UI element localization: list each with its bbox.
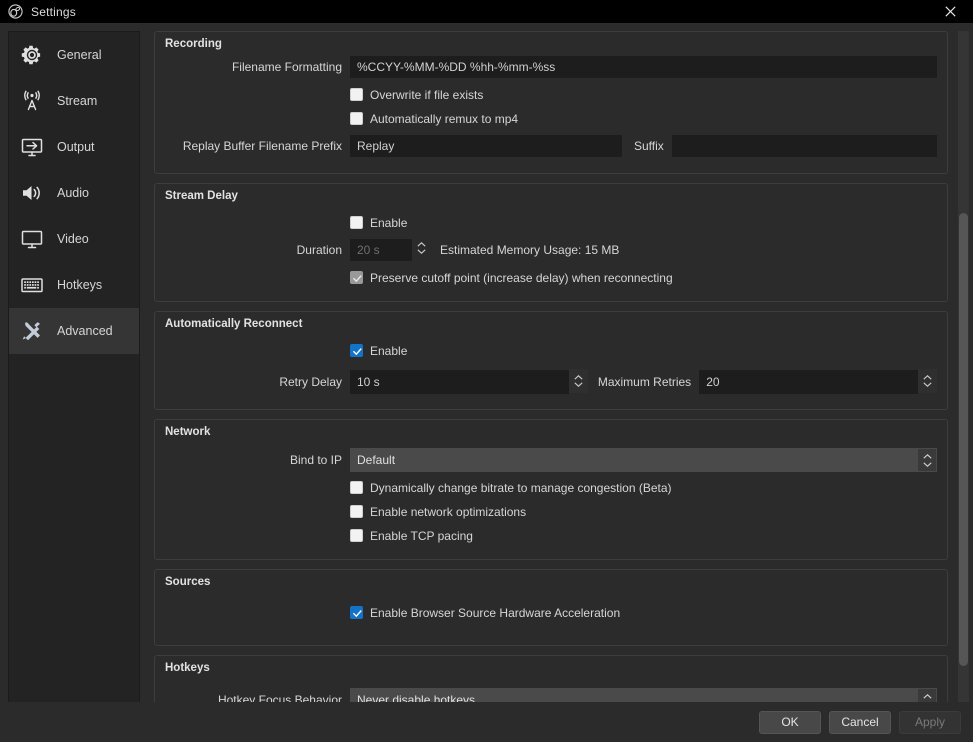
window-title: Settings xyxy=(31,4,76,19)
auto-reconnect-enable-row[interactable]: Enable xyxy=(165,340,937,361)
group-recording: Recording Filename Formatting %CCYY-%MM-… xyxy=(154,31,948,174)
retry-delay-label: Retry Delay xyxy=(279,375,342,389)
sidebar-item-label: Advanced xyxy=(57,324,113,338)
overwrite-if-file-exists-row[interactable]: Overwrite if file exists xyxy=(165,84,937,105)
sidebar-item-label: Hotkeys xyxy=(57,278,103,292)
scrollbar-thumb[interactable] xyxy=(959,213,968,666)
tools-icon xyxy=(19,318,45,344)
sidebar-item-hotkeys[interactable]: Hotkeys xyxy=(9,262,139,308)
duration-input[interactable]: 20 s xyxy=(350,239,412,261)
bind-to-ip-value: Default xyxy=(350,448,918,472)
auto-reconnect-enable-checkbox[interactable] xyxy=(350,344,363,357)
dialog-footer: OK Cancel Apply xyxy=(0,702,973,742)
group-stream-delay: Stream Delay Enable Duration 20 s Estima… xyxy=(154,183,948,302)
broadcast-icon xyxy=(19,88,45,114)
speaker-icon xyxy=(19,180,45,206)
suffix-input[interactable] xyxy=(671,135,937,157)
sidebar-item-audio[interactable]: Audio xyxy=(9,170,139,216)
settings-content-area: Recording Filename Formatting %CCYY-%MM-… xyxy=(154,31,973,706)
group-network: Network Bind to IP Default Dynamically c… xyxy=(154,419,948,560)
settings-sidebar: General Stream Output Audio Video Hotkey… xyxy=(8,31,140,706)
tcp-pacing-row[interactable]: Enable TCP pacing xyxy=(165,525,937,546)
sidebar-item-output[interactable]: Output xyxy=(9,124,139,170)
content-scrollbar[interactable] xyxy=(958,31,969,706)
sidebar-item-stream[interactable]: Stream xyxy=(9,78,139,124)
estimated-memory-usage-text: Estimated Memory Usage: 15 MB xyxy=(440,243,620,257)
network-optimizations-label: Enable network optimizations xyxy=(370,504,527,519)
sidebar-item-label: Video xyxy=(57,232,89,246)
sidebar-item-general[interactable]: General xyxy=(9,32,139,78)
sidebar-item-label: General xyxy=(57,48,102,62)
group-automatically-reconnect: Automatically Reconnect Enable Retry Del… xyxy=(154,311,948,410)
replay-buffer-prefix-row: Replay Buffer Filename Prefix Replay Suf… xyxy=(165,133,937,159)
bind-to-ip-dropdown[interactable]: Default xyxy=(350,448,937,472)
overwrite-if-file-exists-checkbox[interactable] xyxy=(350,88,363,101)
bind-to-ip-row: Bind to IP Default xyxy=(165,447,937,473)
filename-formatting-row: Filename Formatting %CCYY-%MM-%DD %hh-%m… xyxy=(165,54,937,80)
replay-buffer-prefix-label: Replay Buffer Filename Prefix xyxy=(182,139,342,153)
apply-button[interactable]: Apply xyxy=(899,710,961,734)
stream-delay-enable-label: Enable xyxy=(370,215,408,230)
group-sources: Sources Enable Browser Source Hardware A… xyxy=(154,569,948,646)
dynamic-bitrate-checkbox[interactable] xyxy=(350,481,363,494)
browser-hw-accel-checkbox[interactable] xyxy=(350,606,363,619)
auto-reconnect-enable-label: Enable xyxy=(370,343,408,358)
tcp-pacing-label: Enable TCP pacing xyxy=(370,528,473,543)
group-title: Network xyxy=(165,426,211,438)
group-title: Stream Delay xyxy=(165,190,238,202)
group-title: Hotkeys xyxy=(165,662,210,674)
retry-delay-input[interactable]: 10 s xyxy=(350,370,569,394)
dynamic-bitrate-row[interactable]: Dynamically change bitrate to manage con… xyxy=(165,477,937,498)
group-title: Sources xyxy=(165,576,211,588)
filename-formatting-label: Filename Formatting xyxy=(231,60,342,74)
browser-hw-accel-row[interactable]: Enable Browser Source Hardware Accelerat… xyxy=(165,602,937,623)
duration-label: Duration xyxy=(296,243,342,257)
filename-formatting-input[interactable]: %CCYY-%MM-%DD %hh-%mm-%ss xyxy=(350,56,937,78)
stream-delay-enable-row[interactable]: Enable xyxy=(165,212,937,233)
bind-to-ip-label: Bind to IP xyxy=(289,453,342,467)
maximum-retries-label: Maximum Retries xyxy=(597,375,692,389)
monitor-icon xyxy=(19,226,45,252)
group-title: Automatically Reconnect xyxy=(165,318,303,330)
output-icon xyxy=(19,134,45,160)
stream-delay-duration-row: Duration 20 s Estimated Memory Usage: 15… xyxy=(165,237,937,263)
close-icon[interactable] xyxy=(928,0,973,23)
sidebar-item-video[interactable]: Video xyxy=(9,216,139,262)
replay-buffer-prefix-input[interactable]: Replay xyxy=(350,135,622,157)
maximum-retries-input[interactable]: 20 xyxy=(699,370,919,394)
overwrite-if-file-exists-label: Overwrite if file exists xyxy=(370,87,484,102)
dynamic-bitrate-label: Dynamically change bitrate to manage con… xyxy=(370,480,672,495)
auto-remux-mp4-row[interactable]: Automatically remux to mp4 xyxy=(165,108,937,129)
retry-delay-spinner[interactable] xyxy=(568,369,588,393)
network-optimizations-checkbox[interactable] xyxy=(350,505,363,518)
keyboard-icon xyxy=(19,272,45,298)
sidebar-item-label: Audio xyxy=(57,186,89,200)
browser-hw-accel-label: Enable Browser Source Hardware Accelerat… xyxy=(370,605,621,620)
group-title: Recording xyxy=(165,38,222,50)
stream-delay-enable-checkbox[interactable] xyxy=(350,216,363,229)
maximum-retries-spinner[interactable] xyxy=(918,369,938,393)
chevron-updown-icon xyxy=(918,448,937,472)
preserve-cutoff-point-checkbox[interactable] xyxy=(350,271,363,284)
auto-remux-mp4-checkbox[interactable] xyxy=(350,112,363,125)
group-hotkeys: Hotkeys Hotkey Focus Behavior Never disa… xyxy=(154,655,948,706)
title-bar: Settings xyxy=(0,0,973,23)
sidebar-item-label: Stream xyxy=(57,94,98,108)
network-optimizations-row[interactable]: Enable network optimizations xyxy=(165,501,937,522)
ok-button[interactable]: OK xyxy=(759,710,821,734)
cancel-button[interactable]: Cancel xyxy=(829,710,891,734)
sidebar-item-label: Output xyxy=(57,140,95,154)
preserve-cutoff-point-row[interactable]: Preserve cutoff point (increase delay) w… xyxy=(165,267,937,288)
sidebar-item-advanced[interactable]: Advanced xyxy=(9,308,139,354)
suffix-label: Suffix xyxy=(634,139,664,153)
obs-logo-icon xyxy=(8,4,23,19)
auto-remux-mp4-label: Automatically remux to mp4 xyxy=(370,111,519,126)
gear-icon xyxy=(19,42,45,68)
duration-spinner[interactable] xyxy=(412,237,431,259)
advanced-settings-panel: Recording Filename Formatting %CCYY-%MM-… xyxy=(154,31,948,706)
retry-delay-row: Retry Delay 10 s Maximum Retries 20 xyxy=(165,369,938,395)
preserve-cutoff-point-label: Preserve cutoff point (increase delay) w… xyxy=(370,270,673,285)
tcp-pacing-checkbox[interactable] xyxy=(350,529,363,542)
